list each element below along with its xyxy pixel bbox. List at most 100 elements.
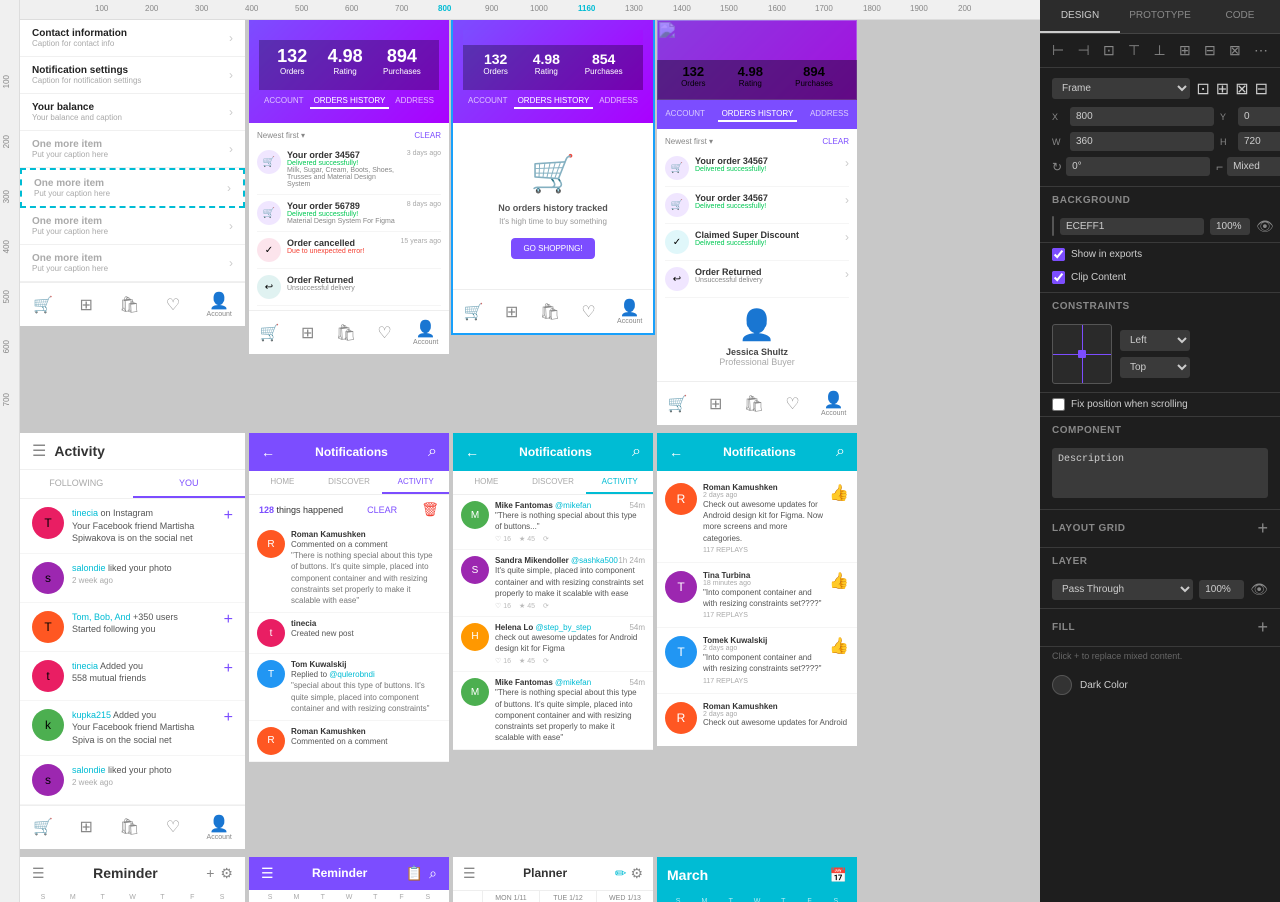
h-input[interactable]: 720 <box>1238 132 1280 151</box>
nav-icon[interactable]: ⊞ <box>505 302 518 322</box>
w-input[interactable]: 360 <box>1070 132 1214 151</box>
bg-color-swatch[interactable] <box>1052 216 1054 236</box>
background-section: 👁 <box>1040 210 1280 243</box>
nav-icon[interactable]: 🛒 <box>464 302 484 322</box>
nav-icon[interactable]: 🛍 <box>744 394 764 414</box>
tab-design[interactable]: DESIGN <box>1040 0 1120 33</box>
background-section-label: BACKGROUND <box>1040 187 1280 210</box>
settings-item[interactable]: Your balanceYour balance and caption › <box>20 94 245 131</box>
y-input[interactable]: 0 <box>1238 107 1280 126</box>
bg-hex-input[interactable] <box>1060 218 1204 235</box>
component-section: Description <box>1040 440 1280 510</box>
layer-visibility-icon[interactable]: 👁 <box>1250 581 1268 598</box>
nav-cart[interactable]: 🛍 <box>119 295 139 315</box>
nav-icon[interactable]: 🛒 <box>33 817 53 837</box>
v-constraint-select[interactable]: Top Bottom Center Scale <box>1120 357 1190 378</box>
tab-discover[interactable]: DISCOVER <box>520 471 587 494</box>
tab-activity[interactable]: ACTIVITY <box>382 471 449 494</box>
constraints-visual <box>1052 324 1112 384</box>
dist-h-icon[interactable]: ⊟ <box>1204 42 1216 59</box>
settings-item[interactable]: One more itemPut your caption here › <box>20 245 245 282</box>
dark-color-swatch[interactable] <box>1052 675 1072 695</box>
tab-following[interactable]: FOLLOWING <box>20 470 133 498</box>
notif-list-teal: M Mike Fantomas @mikefan 54m "There is n… <box>453 495 653 750</box>
activity-screen: ☰ Activity FOLLOWING YOU T tinecia on In… <box>20 433 245 849</box>
frame-type-select[interactable]: Frame <box>1052 78 1190 99</box>
fix-position-checkbox[interactable] <box>1052 398 1065 411</box>
layer-opacity-input[interactable] <box>1199 580 1244 599</box>
align-center-v-icon[interactable]: ⊥ <box>1153 42 1165 59</box>
panel-tabs: DESIGN PROTOTYPE CODE <box>1040 0 1280 34</box>
tab-discover[interactable]: DISCOVER <box>316 471 383 494</box>
settings-item[interactable]: One more itemPut your caption here › <box>20 208 245 245</box>
nav-icon[interactable]: ⊞ <box>301 323 314 343</box>
nav-home[interactable]: ⊞ <box>79 295 92 315</box>
nav-icon[interactable]: 🛍 <box>336 323 356 343</box>
resize-icon-2[interactable]: ⊞ <box>1216 79 1229 99</box>
corner-icon: ⌐ <box>1216 160 1223 174</box>
notif-item: t tinecia Created new post <box>249 613 449 654</box>
align-center-h-icon[interactable]: ⊣ <box>1077 42 1089 59</box>
notif-item: M Mike Fantomas @mikefan 54m "There is n… <box>453 495 653 550</box>
nav-icon[interactable]: 🛍 <box>540 302 560 322</box>
align-right-icon[interactable]: ⊡ <box>1103 42 1115 59</box>
nav-profile[interactable]: 🛒 <box>33 295 53 315</box>
nav-account[interactable]: 👤Account <box>821 390 846 417</box>
nav-icon[interactable]: ♡ <box>166 817 180 837</box>
nav-icon[interactable]: 🛒 <box>260 323 280 343</box>
settings-item[interactable]: One more itemPut your caption here › <box>20 168 245 208</box>
nav-icon[interactable]: ⊞ <box>79 817 92 837</box>
resize-icon-1[interactable]: ⊡ <box>1196 79 1209 99</box>
nav-icon[interactable]: 🛍 <box>119 817 139 837</box>
nav-account[interactable]: 👤Account <box>413 319 438 346</box>
visibility-icon[interactable]: 👁 <box>1256 218 1274 235</box>
bg-opacity-input[interactable] <box>1210 218 1250 235</box>
settings-item[interactable]: Contact informationCaption for contact i… <box>20 20 245 57</box>
show-exports-label: Show in exports <box>1071 249 1142 260</box>
align-top-icon[interactable]: ⊤ <box>1128 42 1140 59</box>
notif-item: R Roman Kamushken Commented on a comment <box>249 721 449 762</box>
resize-icon-3[interactable]: ⊠ <box>1235 79 1248 99</box>
clip-content-checkbox[interactable] <box>1052 271 1065 284</box>
component-description[interactable]: Description <box>1052 448 1268 498</box>
nav-icon[interactable]: ♡ <box>581 302 595 322</box>
nav-icon[interactable]: ⊞ <box>709 394 722 414</box>
nav-icon[interactable]: ♡ <box>377 323 391 343</box>
clip-content-label: Clip Content <box>1071 272 1126 283</box>
nav-account[interactable]: 👤Account <box>207 814 232 841</box>
tab-prototype[interactable]: PROTOTYPE <box>1120 0 1200 33</box>
resize-icon-4[interactable]: ⊟ <box>1255 79 1268 99</box>
align-left-icon[interactable]: ⊢ <box>1052 42 1064 59</box>
alignment-toolbar: ⊢ ⊣ ⊡ ⊤ ⊥ ⊞ ⊟ ⊠ ⋯ <box>1040 34 1280 68</box>
nav-account[interactable]: 👤Account <box>617 298 642 325</box>
tab-home[interactable]: HOME <box>249 471 316 494</box>
settings-item[interactable]: Notification settingsCaption for notific… <box>20 57 245 94</box>
tab-home[interactable]: HOME <box>453 471 520 494</box>
layer-mode-select[interactable]: Pass Through Normal Multiply Screen Over… <box>1052 579 1193 600</box>
dist-v-icon[interactable]: ⊠ <box>1229 42 1241 59</box>
add-fill-icon[interactable]: + <box>1257 617 1268 638</box>
angle-input[interactable] <box>1066 157 1210 176</box>
tab-activity[interactable]: ACTIVITY <box>586 471 653 494</box>
planner-screen: ☰ Planner ✏ ⚙ MON 1/11 TUE 1/12 WED 1/13… <box>453 857 653 902</box>
nav-account[interactable]: 👤Account <box>207 291 232 318</box>
dark-color-label: Dark Color <box>1080 680 1128 691</box>
order-screen-1: 132Orders 4.98Rating 894Purchases ACCOUN… <box>249 20 449 354</box>
h-constraint-select[interactable]: Left Right Center Scale <box>1120 330 1190 351</box>
tab-you[interactable]: YOU <box>133 470 246 498</box>
align-bottom-icon[interactable]: ⊞ <box>1179 42 1191 59</box>
nav-icon[interactable]: 🛒 <box>668 394 688 414</box>
show-exports-checkbox[interactable] <box>1052 248 1065 261</box>
tab-code[interactable]: CODE <box>1200 0 1280 33</box>
add-layout-grid-icon[interactable]: + <box>1257 518 1268 539</box>
notifications-purple-screen: ← Notifications ⌕ HOME DISCOVER ACTIVITY… <box>249 433 449 762</box>
go-shopping-button[interactable]: GO SHOPPING! <box>511 238 594 259</box>
notif-list: R Roman Kamushken Commented on a comment… <box>249 524 449 762</box>
layout-grid-label: LAYOUT GRID <box>1052 523 1125 534</box>
nav-favorites[interactable]: ♡ <box>166 295 180 315</box>
corner-input[interactable] <box>1227 157 1280 176</box>
nav-icon[interactable]: ♡ <box>785 394 799 414</box>
x-input[interactable]: 800 <box>1070 107 1214 126</box>
settings-item[interactable]: One more itemPut your caption here › <box>20 131 245 168</box>
more-icon[interactable]: ⋯ <box>1254 42 1268 59</box>
